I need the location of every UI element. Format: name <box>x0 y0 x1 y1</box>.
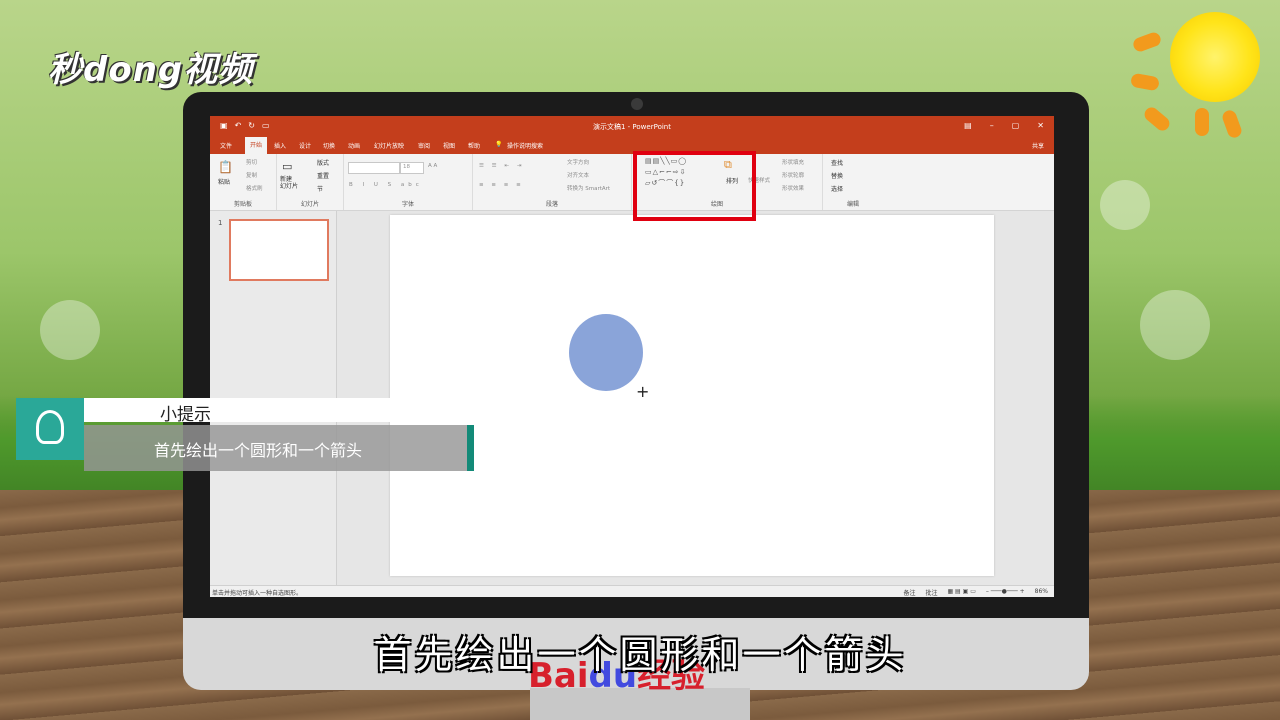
font-label: 字体 <box>401 201 414 208</box>
section-button[interactable]: 节 <box>317 184 323 193</box>
sun-icon <box>1170 12 1260 102</box>
window-title: 演示文稿1 - PowerPoint <box>593 123 671 131</box>
sun-ray <box>1195 108 1209 136</box>
tip-body: 首先绘出一个圆形和一个箭头 <box>154 441 363 460</box>
ribbon: 📋 粘贴 剪切 复制 格式刷 剪贴板 ▭ 新建 幻灯片 版式 重置 节 幻灯片 … <box>210 154 1054 211</box>
tab-transitions[interactable]: 切换 <box>323 141 335 150</box>
paragraph-label: 段落 <box>545 201 558 208</box>
sun-ray <box>1131 30 1163 54</box>
shape-outline-button[interactable]: 形状轮廓 <box>782 171 804 179</box>
tip-title-bar <box>84 398 396 422</box>
notes-button[interactable]: 备注 <box>903 588 915 597</box>
paste-button[interactable]: 粘贴 <box>218 177 230 186</box>
bokeh-light <box>1100 180 1150 230</box>
replace-button[interactable]: 替换 <box>831 171 843 180</box>
font-group: 18 A A B I U S abc 字体 <box>344 154 473 210</box>
crosshair-cursor-icon: + <box>636 382 650 401</box>
clipboard-label: 剪贴板 <box>233 201 252 208</box>
lightbulb-icon: 💡 <box>495 141 503 148</box>
tip-title: 小提示 <box>160 405 211 425</box>
bokeh-light <box>1140 290 1210 360</box>
select-button[interactable]: 选择 <box>831 184 843 193</box>
slides-label: 幻灯片 <box>300 201 319 208</box>
powerpoint-window: ▣ ↶ ↻ ▭ 演示文稿1 - PowerPoint ▤ – ▢ ✕ 文件 开始… <box>210 116 1054 597</box>
cut-button[interactable]: 剪切 <box>246 158 257 166</box>
lightbulb-icon <box>36 410 64 444</box>
sun-ray <box>1129 72 1161 92</box>
comments-button[interactable]: 批注 <box>925 588 937 597</box>
new-slide-icon: ▭ <box>282 160 293 173</box>
webcam <box>631 98 643 110</box>
font-size-input[interactable]: 18 <box>400 162 424 174</box>
grow-font-icon[interactable]: A A <box>428 163 437 169</box>
tab-home[interactable]: 开始 <box>245 137 268 154</box>
zoom-slider[interactable]: – ───●─── + <box>986 588 1025 597</box>
view-buttons[interactable]: ▦ ▤ ▣ ▭ <box>947 588 975 597</box>
ribbon-tabs: 文件 开始 插入 设计 切换 动画 幻灯片放映 审阅 视图 帮助 💡 操作说明搜… <box>210 137 1054 154</box>
format-painter-button[interactable]: 格式刷 <box>246 184 263 192</box>
bokeh-light <box>40 300 100 360</box>
copy-button[interactable]: 复制 <box>246 171 257 179</box>
tab-animations[interactable]: 动画 <box>348 141 360 150</box>
tab-review[interactable]: 审阅 <box>418 141 430 150</box>
window-controls: ▤ – ▢ ✕ <box>964 121 1044 130</box>
tab-view[interactable]: 视图 <box>443 141 455 150</box>
smartart-button[interactable]: 转换为 SmartArt <box>567 184 610 192</box>
video-subtitle: 首先绘出一个圆形和一个箭头 <box>373 633 907 677</box>
maximize-button[interactable]: ▢ <box>1012 121 1020 130</box>
tab-file[interactable]: 文件 <box>220 141 232 150</box>
tab-slideshow[interactable]: 幻灯片放映 <box>374 141 404 150</box>
new-slide-button[interactable]: 新建 幻灯片 <box>280 176 298 190</box>
list-buttons[interactable]: ☰ ☰ ⇤ ⇥ <box>479 163 524 169</box>
editing-label: 编辑 <box>846 201 859 208</box>
paste-icon: 📋 <box>218 160 233 174</box>
align-text-button[interactable]: 对齐文本 <box>567 171 589 179</box>
slides-group: ▭ 新建 幻灯片 版式 重置 节 幻灯片 <box>277 154 344 210</box>
ribbon-display-icon[interactable]: ▤ <box>964 121 972 130</box>
shape-effects-button[interactable]: 形状效果 <box>782 184 804 192</box>
tip-icon-box <box>16 398 84 460</box>
font-name-input[interactable] <box>348 162 400 174</box>
text-direction-button[interactable]: 文字方向 <box>567 158 589 166</box>
sun-ray <box>1141 104 1173 134</box>
find-button[interactable]: 查找 <box>831 158 843 167</box>
slide-canvas[interactable]: + <box>390 215 994 576</box>
tip-accent-bar <box>467 425 474 471</box>
slide-thumbnail[interactable] <box>229 219 329 281</box>
reset-button[interactable]: 重置 <box>317 171 329 180</box>
tell-me-search[interactable]: 操作说明搜索 <box>507 141 543 150</box>
title-bar: ▣ ↶ ↻ ▭ 演示文稿1 - PowerPoint ▤ – ▢ ✕ <box>210 116 1054 137</box>
tab-design[interactable]: 设计 <box>299 141 311 150</box>
font-size-value: 18 <box>403 164 410 170</box>
sun-ray <box>1220 108 1244 140</box>
tab-help[interactable]: 帮助 <box>468 141 480 150</box>
layout-button[interactable]: 版式 <box>317 158 329 167</box>
clipboard-group: 📋 粘贴 剪切 复制 格式刷 剪贴板 <box>210 154 277 210</box>
zoom-level[interactable]: 86% <box>1035 588 1048 597</box>
status-bar: 单击并拖动可插入一种自选图形。 备注 批注 ▦ ▤ ▣ ▭ – ───●─── … <box>210 585 1054 597</box>
minimize-button[interactable]: – <box>990 121 994 130</box>
slide-number: 1 <box>218 219 223 227</box>
circle-shape[interactable] <box>569 314 643 391</box>
shape-fill-button[interactable]: 形状填充 <box>782 158 804 166</box>
editing-group: 查找 替换 选择 编辑 <box>823 154 883 210</box>
font-format-buttons[interactable]: B I U S abc <box>349 182 423 188</box>
close-button[interactable]: ✕ <box>1037 121 1044 130</box>
paragraph-group: ☰ ☰ ⇤ ⇥ ≡ ≡ ≡ ≡ 文字方向 对齐文本 转换为 SmartArt 段… <box>473 154 632 210</box>
status-hint: 单击并拖动可插入一种自选图形。 <box>212 590 303 597</box>
shapes-gallery[interactable]: ▤▤╲╲▭◯ ▭△⌐⌐⇨⇩ ▱↺⌒⌒{} <box>645 156 721 190</box>
share-button[interactable]: 共享 <box>1032 141 1044 150</box>
video-logo: 秒dong视频 <box>48 50 254 90</box>
tab-insert[interactable]: 插入 <box>274 141 286 150</box>
align-buttons[interactable]: ≡ ≡ ≡ ≡ <box>479 182 524 188</box>
